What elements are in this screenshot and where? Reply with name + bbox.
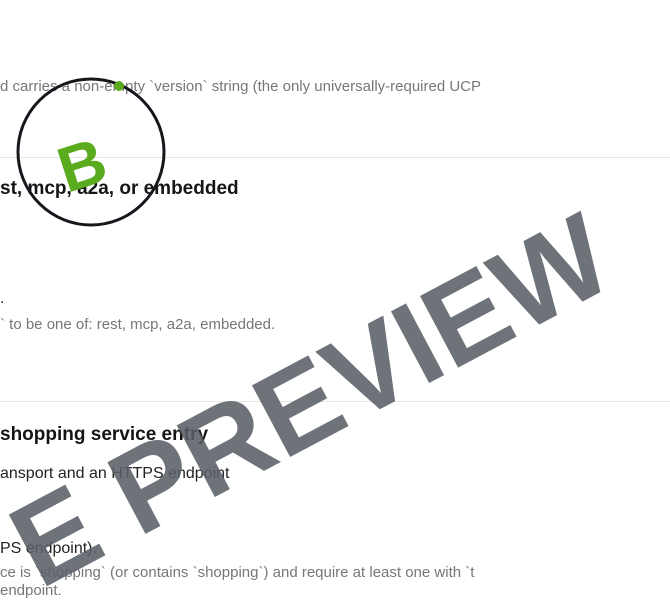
check-result-shopping: PS endpoint).: [0, 540, 97, 557]
badge-circle: [16, 77, 166, 227]
check-description-shopping-line1: ce is `shopping` (or contains `shopping`…: [0, 564, 475, 581]
check-subheading-shopping: ansport and an HTTPS endpoint: [0, 465, 230, 482]
section-divider: [0, 401, 670, 402]
section-divider: [0, 157, 670, 158]
check-description-shopping-line2: endpoint.: [0, 582, 62, 599]
check-heading-transport: st, mcp, a2a, or embedded: [0, 178, 239, 199]
check-description-version: d carries a non-empty `version` string (…: [0, 78, 482, 95]
report-page: d carries a non-empty `version` string (…: [0, 0, 670, 614]
check-result-transport: .: [0, 290, 5, 307]
check-heading-shopping: shopping service entry: [0, 424, 209, 445]
check-description-transport: ` to be one of: rest, mcp, a2a, embedded…: [0, 316, 276, 333]
